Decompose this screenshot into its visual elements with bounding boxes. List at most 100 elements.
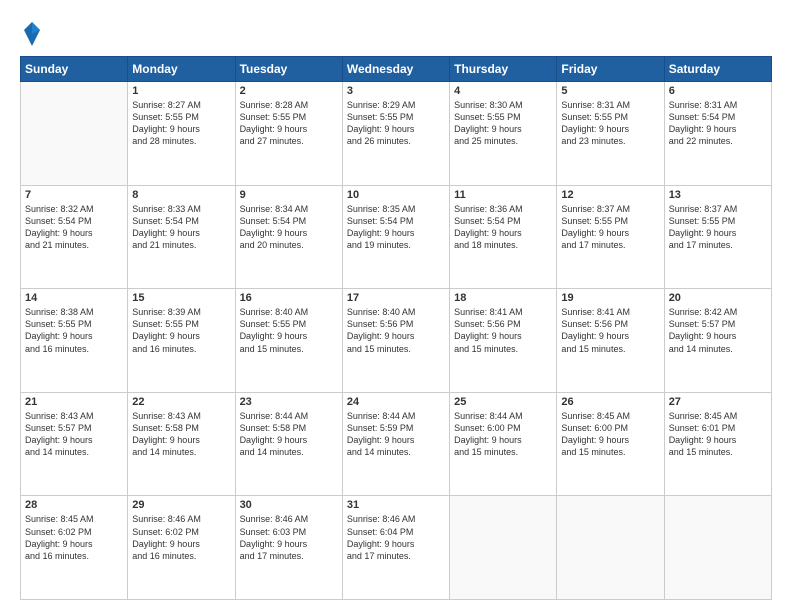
day-info: Sunrise: 8:31 AM Sunset: 5:54 PM Dayligh… (669, 99, 767, 148)
day-number: 27 (669, 396, 767, 408)
day-number: 15 (132, 292, 230, 304)
calendar-cell: 11Sunrise: 8:36 AM Sunset: 5:54 PM Dayli… (450, 185, 557, 289)
day-number: 26 (561, 396, 659, 408)
calendar-cell: 25Sunrise: 8:44 AM Sunset: 6:00 PM Dayli… (450, 392, 557, 496)
day-info: Sunrise: 8:40 AM Sunset: 5:55 PM Dayligh… (240, 306, 338, 355)
calendar-header-friday: Friday (557, 57, 664, 82)
calendar-cell: 17 Sunrise: 8:40 AM Sunset: 5:56 PM Dayli… (342, 289, 449, 393)
day-info: Sunrise: 8:42 AM Sunset: 5:57 PM Dayligh… (669, 306, 767, 355)
day-number: 16 (240, 292, 338, 304)
day-number: 28 (25, 499, 123, 511)
calendar-cell: 5 Sunrise: 8:31 AM Sunset: 5:55 PM Daylig… (557, 82, 664, 186)
day-info: Sunrise: 8:37 AM Sunset: 5:55 PM Dayligh… (669, 203, 767, 252)
day-number: 4 (454, 85, 552, 97)
calendar-cell: 15Sunrise: 8:39 AM Sunset: 5:55 PM Dayli… (128, 289, 235, 393)
day-number: 23 (240, 396, 338, 408)
day-number: 31 (347, 499, 445, 511)
day-number: 12 (561, 189, 659, 201)
day-number: 5 (561, 85, 659, 97)
day-info: Sunrise: 8:44 AM Sunset: 6:00 PM Dayligh… (454, 410, 552, 459)
calendar-cell: 14 Sunrise: 8:38 AM Sunset: 5:55 PM Dayli… (21, 289, 128, 393)
day-number: 9 (240, 189, 338, 201)
calendar-week-5: 28 Sunrise: 8:45 AM Sunset: 6:02 PM Dayli… (21, 496, 772, 600)
day-info: Sunrise: 8:44 AM Sunset: 5:59 PM Dayligh… (347, 410, 445, 459)
day-info: Sunrise: 8:46 AM Sunset: 6:04 PM Dayligh… (347, 513, 445, 562)
day-info: Sunrise: 8:38 AM Sunset: 5:55 PM Dayligh… (25, 306, 123, 355)
calendar-cell: 24Sunrise: 8:44 AM Sunset: 5:59 PM Dayli… (342, 392, 449, 496)
day-number: 19 (561, 292, 659, 304)
day-number: 20 (669, 292, 767, 304)
day-number: 11 (454, 189, 552, 201)
day-number: 2 (240, 85, 338, 97)
day-info: Sunrise: 8:37 AM Sunset: 5:55 PM Dayligh… (561, 203, 659, 252)
day-number: 30 (240, 499, 338, 511)
header (20, 16, 772, 48)
calendar-cell: 18 Sunrise: 8:41 AM Sunset: 5:56 PM Dayli… (450, 289, 557, 393)
day-number: 18 (454, 292, 552, 304)
day-info: Sunrise: 8:30 AM Sunset: 5:55 PM Dayligh… (454, 99, 552, 148)
day-info: Sunrise: 8:40 AM Sunset: 5:56 PM Dayligh… (347, 306, 445, 355)
day-number: 7 (25, 189, 123, 201)
calendar-cell: 2 Sunrise: 8:28 AM Sunset: 5:55 PM Daylig… (235, 82, 342, 186)
calendar-header-thursday: Thursday (450, 57, 557, 82)
day-number: 29 (132, 499, 230, 511)
calendar-cell: 1 Sunrise: 8:27 AM Sunset: 5:55 PM Daylig… (128, 82, 235, 186)
calendar-cell: 13 Sunrise: 8:37 AM Sunset: 5:55 PM Dayli… (664, 185, 771, 289)
day-number: 1 (132, 85, 230, 97)
calendar-cell: 16 Sunrise: 8:40 AM Sunset: 5:55 PM Dayli… (235, 289, 342, 393)
calendar-cell: 31 Sunrise: 8:46 AM Sunset: 6:04 PM Dayli… (342, 496, 449, 600)
day-number: 14 (25, 292, 123, 304)
calendar-cell: 21 Sunrise: 8:43 AM Sunset: 5:57 PM Dayli… (21, 392, 128, 496)
day-number: 8 (132, 189, 230, 201)
day-number: 3 (347, 85, 445, 97)
calendar-cell: 7 Sunrise: 8:32 AM Sunset: 5:54 PM Daylig… (21, 185, 128, 289)
calendar-header-monday: Monday (128, 57, 235, 82)
calendar-header-sunday: Sunday (21, 57, 128, 82)
day-info: Sunrise: 8:34 AM Sunset: 5:54 PM Dayligh… (240, 203, 338, 252)
day-info: Sunrise: 8:41 AM Sunset: 5:56 PM Dayligh… (454, 306, 552, 355)
day-number: 10 (347, 189, 445, 201)
day-info: Sunrise: 8:32 AM Sunset: 5:54 PM Dayligh… (25, 203, 123, 252)
day-number: 21 (25, 396, 123, 408)
calendar-cell: 26 Sunrise: 8:45 AM Sunset: 6:00 PM Dayli… (557, 392, 664, 496)
calendar-cell: 23 Sunrise: 8:44 AM Sunset: 5:58 PM Dayli… (235, 392, 342, 496)
day-number: 22 (132, 396, 230, 408)
day-info: Sunrise: 8:45 AM Sunset: 6:02 PM Dayligh… (25, 513, 123, 562)
day-number: 17 (347, 292, 445, 304)
day-info: Sunrise: 8:43 AM Sunset: 5:57 PM Dayligh… (25, 410, 123, 459)
calendar-cell: 27Sunrise: 8:45 AM Sunset: 6:01 PM Dayli… (664, 392, 771, 496)
day-info: Sunrise: 8:41 AM Sunset: 5:56 PM Dayligh… (561, 306, 659, 355)
day-info: Sunrise: 8:46 AM Sunset: 6:03 PM Dayligh… (240, 513, 338, 562)
day-info: Sunrise: 8:43 AM Sunset: 5:58 PM Dayligh… (132, 410, 230, 459)
calendar-week-1: 1 Sunrise: 8:27 AM Sunset: 5:55 PM Daylig… (21, 82, 772, 186)
calendar-cell: 29 Sunrise: 8:46 AM Sunset: 6:02 PM Dayli… (128, 496, 235, 600)
calendar-week-4: 21 Sunrise: 8:43 AM Sunset: 5:57 PM Dayli… (21, 392, 772, 496)
calendar-cell (450, 496, 557, 600)
day-info: Sunrise: 8:45 AM Sunset: 6:00 PM Dayligh… (561, 410, 659, 459)
logo-icon (22, 20, 42, 48)
calendar-week-2: 7 Sunrise: 8:32 AM Sunset: 5:54 PM Daylig… (21, 185, 772, 289)
calendar-cell: 28 Sunrise: 8:45 AM Sunset: 6:02 PM Dayli… (21, 496, 128, 600)
page: SundayMondayTuesdayWednesdayThursdayFrid… (0, 0, 792, 612)
day-info: Sunrise: 8:27 AM Sunset: 5:55 PM Dayligh… (132, 99, 230, 148)
calendar-cell: 19 Sunrise: 8:41 AM Sunset: 5:56 PM Dayli… (557, 289, 664, 393)
calendar-header-wednesday: Wednesday (342, 57, 449, 82)
day-info: Sunrise: 8:29 AM Sunset: 5:55 PM Dayligh… (347, 99, 445, 148)
day-number: 13 (669, 189, 767, 201)
calendar-cell (21, 82, 128, 186)
calendar-cell: 10Sunrise: 8:35 AM Sunset: 5:54 PM Dayli… (342, 185, 449, 289)
day-number: 6 (669, 85, 767, 97)
calendar-cell: 9 Sunrise: 8:34 AM Sunset: 5:54 PM Daylig… (235, 185, 342, 289)
calendar-cell: 8Sunrise: 8:33 AM Sunset: 5:54 PM Daylig… (128, 185, 235, 289)
calendar-cell (664, 496, 771, 600)
day-info: Sunrise: 8:28 AM Sunset: 5:55 PM Dayligh… (240, 99, 338, 148)
calendar-cell: 12 Sunrise: 8:37 AM Sunset: 5:55 PM Dayli… (557, 185, 664, 289)
day-info: Sunrise: 8:46 AM Sunset: 6:02 PM Dayligh… (132, 513, 230, 562)
day-info: Sunrise: 8:31 AM Sunset: 5:55 PM Dayligh… (561, 99, 659, 148)
calendar-table: SundayMondayTuesdayWednesdayThursdayFrid… (20, 56, 772, 600)
calendar-cell: 30 Sunrise: 8:46 AM Sunset: 6:03 PM Dayli… (235, 496, 342, 600)
logo (20, 20, 48, 48)
calendar-cell (557, 496, 664, 600)
calendar-cell: 4 Sunrise: 8:30 AM Sunset: 5:55 PM Daylig… (450, 82, 557, 186)
day-info: Sunrise: 8:44 AM Sunset: 5:58 PM Dayligh… (240, 410, 338, 459)
